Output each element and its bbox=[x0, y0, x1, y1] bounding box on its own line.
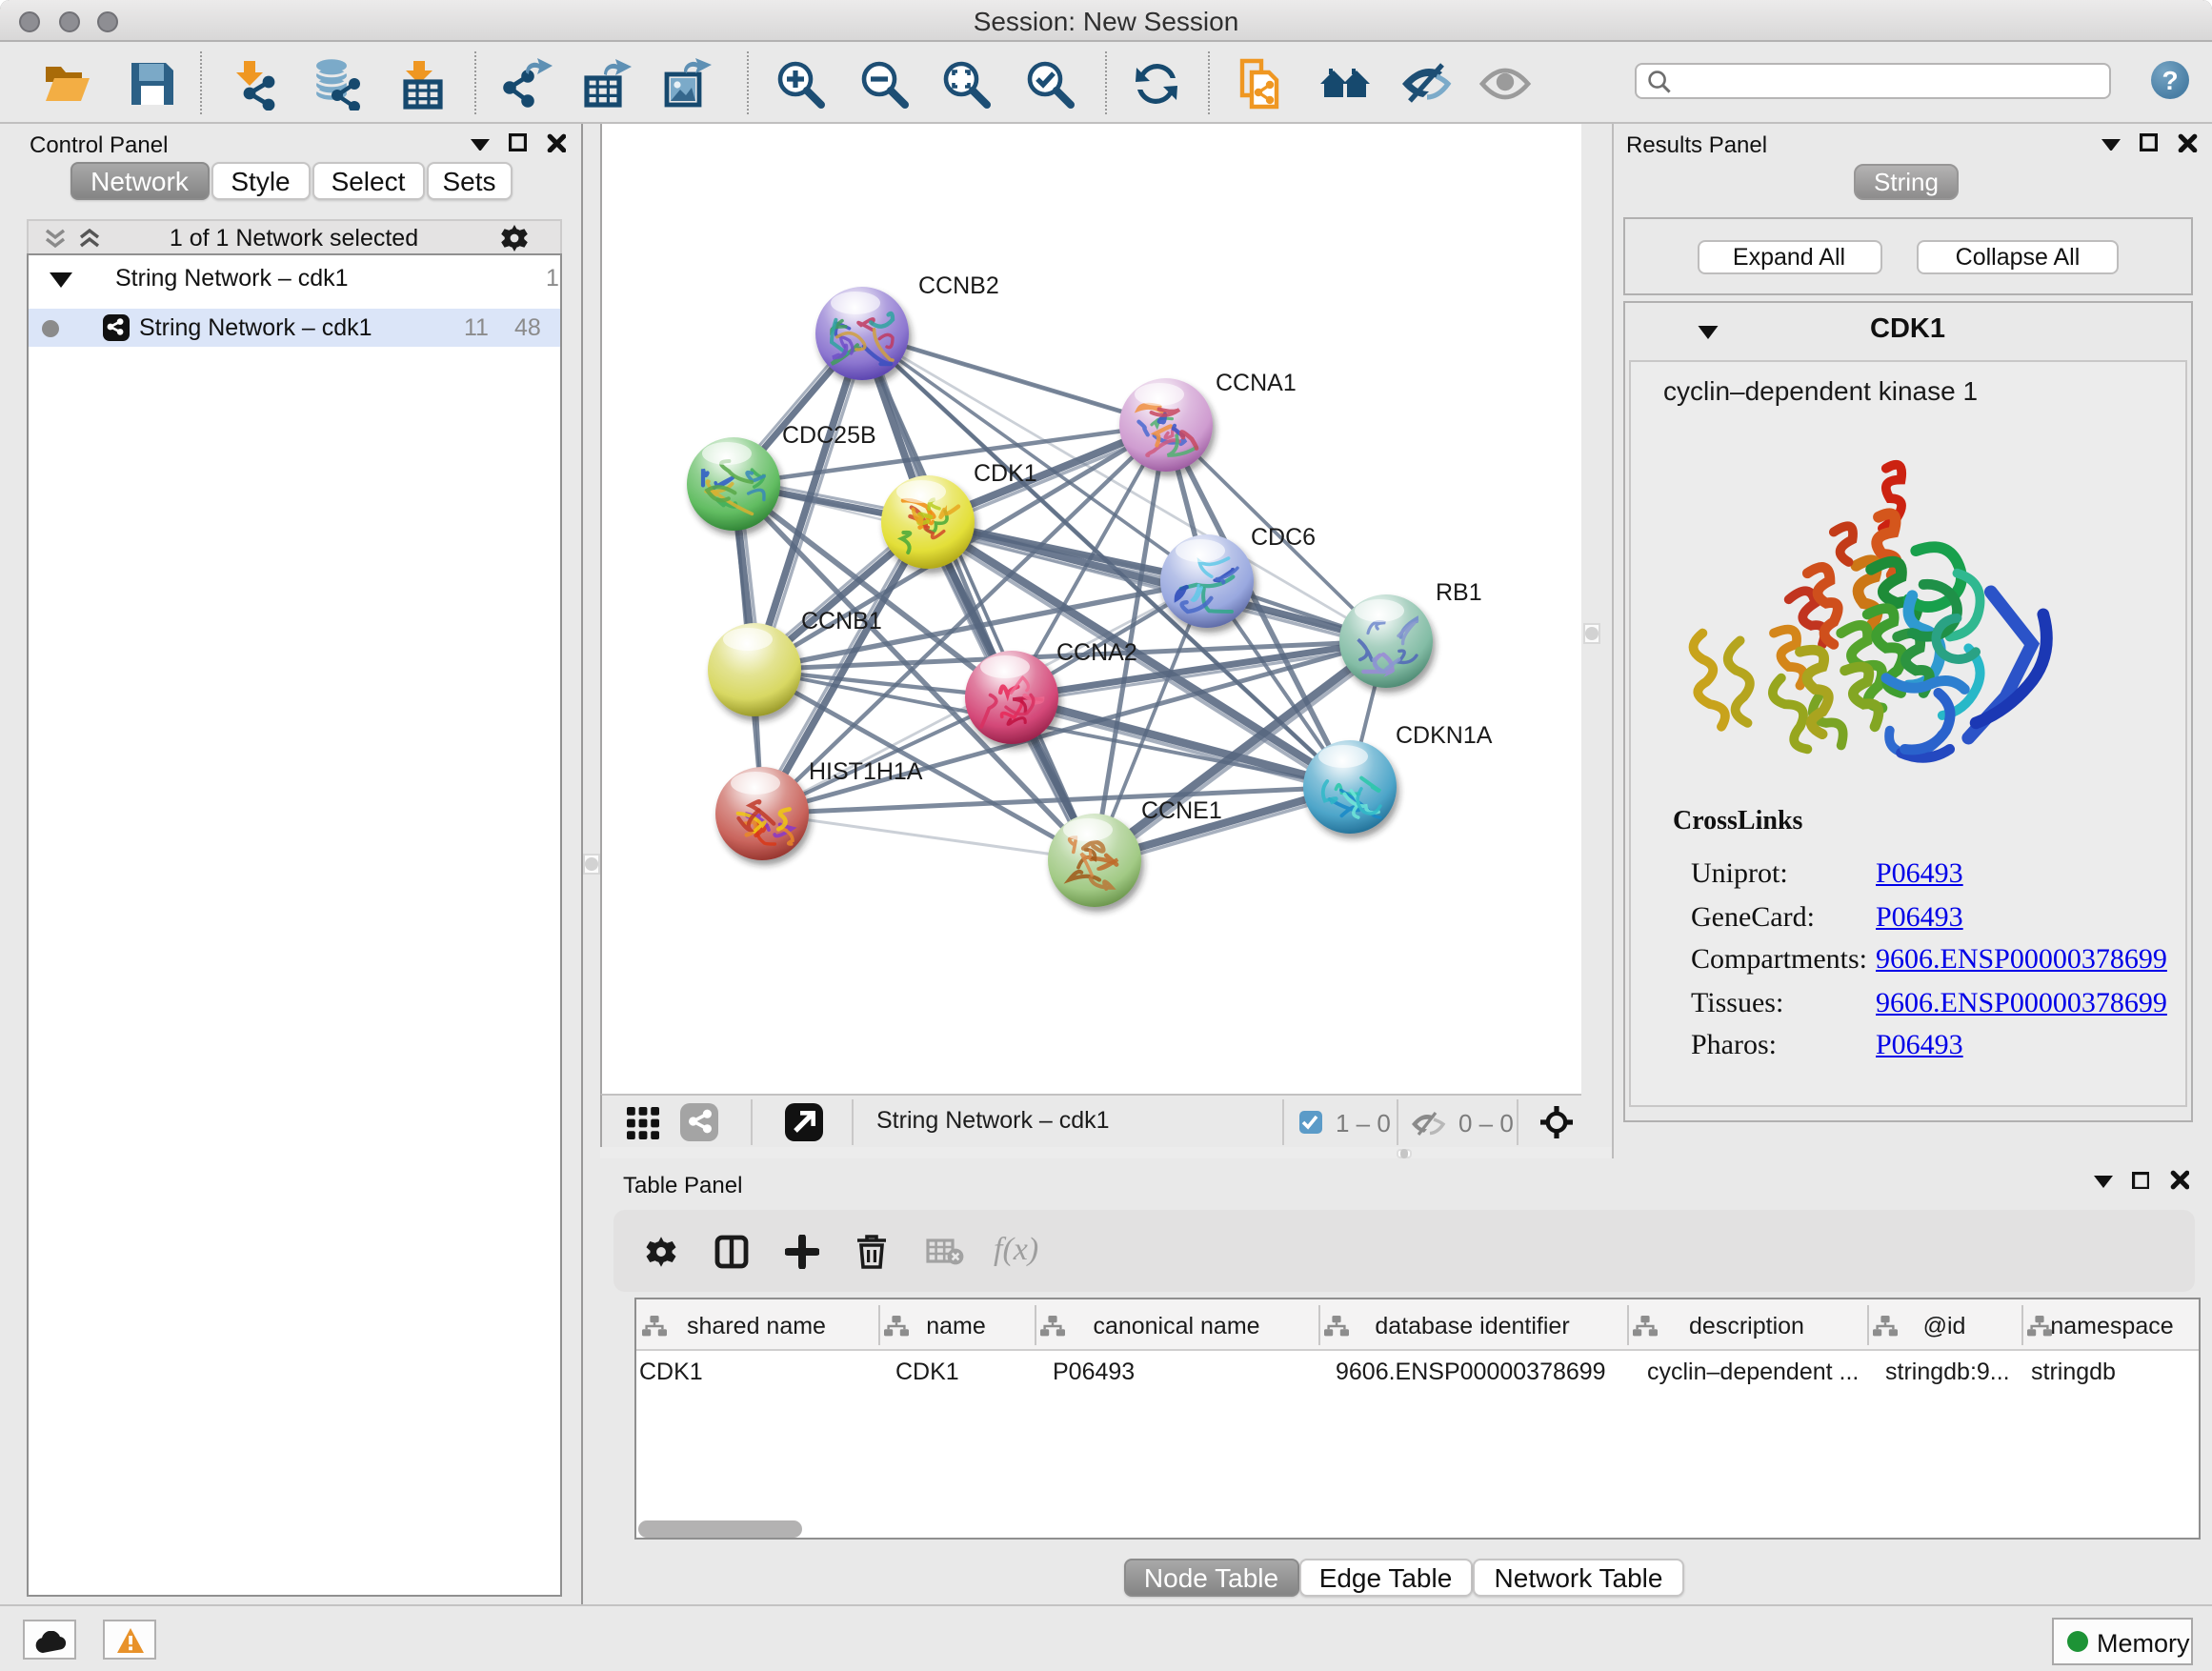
svg-text:CCNA1: CCNA1 bbox=[1216, 370, 1297, 396]
svg-text:CDC6: CDC6 bbox=[1251, 524, 1316, 551]
svg-text:CCNA2: CCNA2 bbox=[1056, 639, 1137, 666]
svg-text:CCNE1: CCNE1 bbox=[1141, 797, 1222, 824]
svg-text:HIST1H1A: HIST1H1A bbox=[809, 758, 923, 785]
svg-text:RB1: RB1 bbox=[1436, 579, 1482, 606]
svg-text:CCNB2: CCNB2 bbox=[918, 272, 999, 299]
svg-text:CCNB1: CCNB1 bbox=[801, 608, 882, 634]
svg-text:CDK1: CDK1 bbox=[974, 460, 1037, 487]
svg-text:CDKN1A: CDKN1A bbox=[1396, 722, 1493, 749]
svg-text:CDC25B: CDC25B bbox=[782, 422, 876, 449]
